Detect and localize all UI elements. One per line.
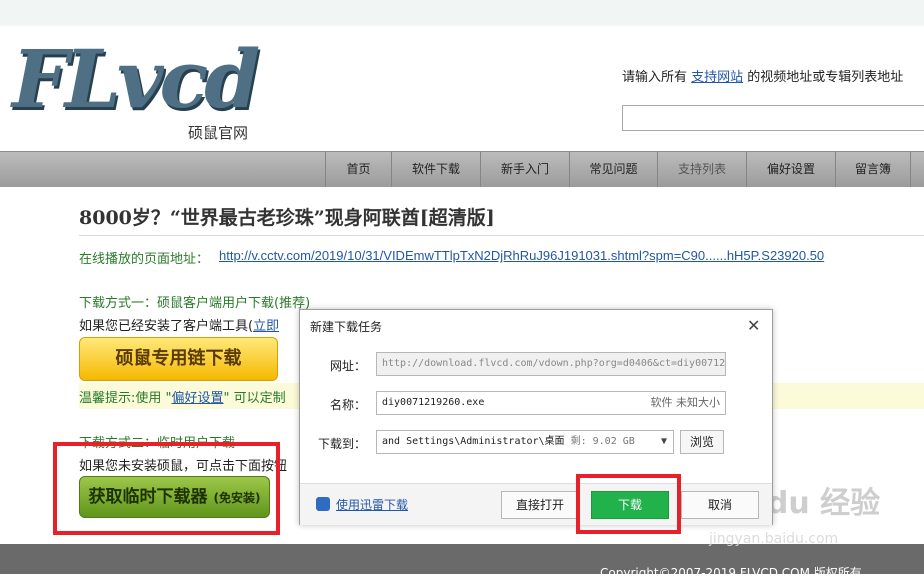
use-thunder-link[interactable]: 使用迅雷下载	[336, 496, 408, 513]
file-name-field[interactable]: diy0071219260.exe 软件 未知大小	[376, 391, 726, 415]
logo-text: FLvcd	[12, 32, 260, 126]
nav-software-download[interactable]: 软件下载	[391, 152, 480, 187]
watermark-url: jingyan.baidu.com	[709, 531, 839, 547]
nav-beginner[interactable]: 新手入门	[480, 152, 569, 187]
copyright-text: Copyright©2007-2019 FLVCD.COM 版权所有	[600, 566, 862, 580]
tip-prefix: 温馨提示:使用 "	[79, 391, 172, 406]
nav-preferences[interactable]: 偏好设置	[746, 152, 835, 187]
method-one-heading: 下载方式一：硕鼠客户端用户下载(推荐)	[79, 296, 311, 311]
tip-text: 温馨提示:使用 "偏好设置" 可以定制	[79, 387, 286, 406]
installed-prefix: 如果您已经安装了客户端工具(	[79, 319, 254, 334]
dialog-title: 新建下载任务	[310, 320, 383, 334]
flvcd-logo[interactable]: FLvcd 硕鼠官网	[8, 28, 270, 146]
hint-suffix: 的视频地址或专辑列表地址	[743, 70, 904, 85]
nav-home[interactable]: 首页	[325, 152, 391, 187]
nav-guestbook[interactable]: 留言簿	[835, 152, 910, 187]
free-space-meta: 剩: 9.02 GB	[570, 436, 635, 447]
save-to-label: 下载到：	[317, 437, 366, 451]
installed-link[interactable]: 立即	[253, 319, 279, 334]
logo-subtitle: 硕鼠官网	[188, 124, 249, 142]
nav-divider	[910, 152, 924, 187]
file-size-meta: 软件 未知大小	[650, 396, 721, 409]
download-url-field[interactable]: http://download.flvcd.com/vdown.php?org=…	[376, 352, 726, 376]
top-strip	[0, 0, 924, 26]
url-hint: 请输入所有 支持网站 的视频地址或专辑列表地址	[622, 66, 903, 85]
hint-prefix: 请输入所有	[622, 70, 692, 85]
nav-support-list[interactable]: 支持列表	[657, 152, 746, 187]
play-page-link[interactable]: http://v.cctv.com/2019/10/31/VIDEmwTTlpT…	[219, 248, 824, 263]
supported-sites-link[interactable]: 支持网站	[691, 70, 743, 85]
title-divider	[79, 235, 924, 236]
installed-text: 如果您已经安装了客户端工具(立即	[79, 315, 279, 334]
open-directly-button[interactable]: 直接打开	[501, 491, 579, 519]
highlight-box-download	[576, 474, 681, 534]
highlight-box-temp-downloader	[53, 442, 280, 535]
save-path-select[interactable]: and Settings\Administrator\桌面 剩: 9.02 GB…	[376, 430, 674, 454]
url-label: 网址：	[329, 359, 366, 373]
dialog-footer: 使用迅雷下载 直接打开 下载 取消	[300, 483, 772, 525]
new-download-dialog: 新建下载任务 ✕ 网址： http://download.flvcd.com/v…	[299, 309, 773, 525]
name-label: 名称：	[329, 398, 366, 412]
main-nav: 首页 软件下载 新手入门 常见问题 支持列表 偏好设置 留言簿	[0, 151, 924, 187]
video-url-input[interactable]	[622, 105, 924, 131]
browse-button[interactable]: 浏览	[680, 430, 724, 454]
file-name-value: diy0071219260.exe	[382, 397, 485, 408]
page-title: 8000岁？“世界最古老珍珠”现身阿联酋[超清版]	[79, 207, 495, 229]
save-path-value: and Settings\Administrator\桌面	[382, 436, 565, 447]
tip-suffix: " 可以定制	[223, 391, 286, 406]
thunder-icon	[316, 497, 330, 511]
chevron-down-icon[interactable]: ▼	[661, 431, 667, 453]
preferences-link[interactable]: 偏好设置	[172, 391, 224, 406]
close-icon[interactable]: ✕	[747, 316, 760, 335]
client-download-button[interactable]: 硕鼠专用链下载	[79, 337, 278, 381]
nav-faq[interactable]: 常见问题	[569, 152, 657, 187]
play-page-label: 在线播放的页面地址：	[79, 252, 210, 267]
cancel-button[interactable]: 取消	[681, 491, 759, 519]
